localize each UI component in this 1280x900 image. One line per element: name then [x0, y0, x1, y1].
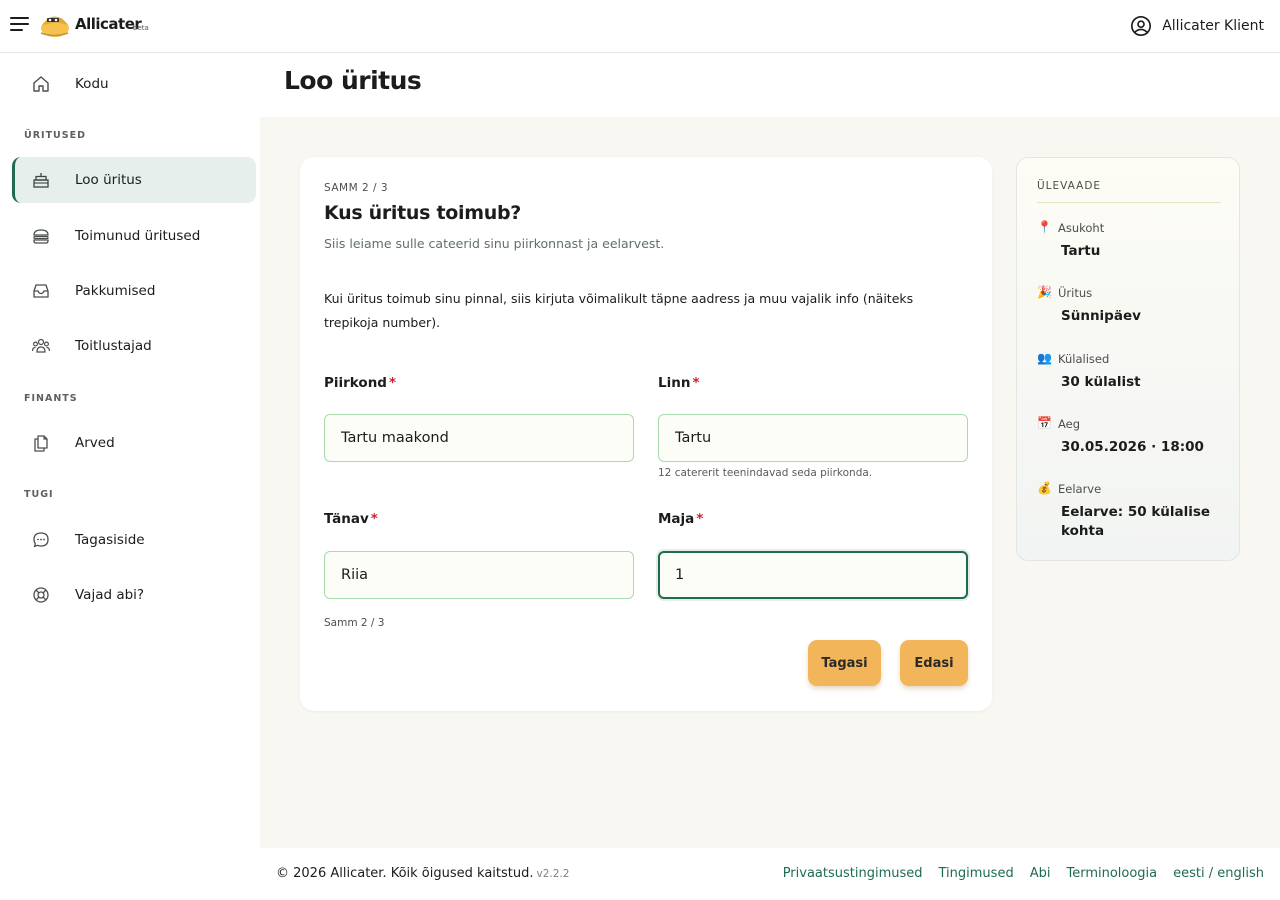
required-mark: *: [388, 375, 397, 391]
section-label-finance: FINANTS: [24, 393, 78, 404]
section-label-support: TUGI: [24, 489, 54, 500]
house-label-text: Maja: [658, 511, 695, 527]
overview-value: Tartu: [1061, 243, 1101, 259]
user-name: Allicater Klient: [1162, 18, 1264, 34]
overview-value: Eelarve: 50 külalise kohta: [1061, 504, 1211, 539]
chat-bubble-icon: [33, 532, 49, 548]
burger-icon: [33, 229, 49, 244]
county-input[interactable]: [324, 414, 634, 462]
sidebar-item-label: Arved: [75, 435, 115, 451]
overview-title: ÜLEVAADE: [1037, 180, 1102, 192]
county-label-text: Piirkond: [324, 375, 387, 391]
logo-icon: [40, 16, 69, 37]
street-label-text: Tänav: [324, 511, 369, 527]
city-input[interactable]: [658, 414, 968, 462]
overview-label: Aeg: [1058, 417, 1081, 431]
calendar-icon: 📅: [1037, 416, 1052, 430]
step-indicator: SAMM 2 / 3: [324, 182, 389, 194]
footer-link-help[interactable]: Abi: [1030, 866, 1051, 881]
footer-links: Privaatsustingimused Tingimused Abi Term…: [783, 866, 1264, 881]
required-mark: *: [370, 511, 378, 527]
sidebar-item-label: Kodu: [75, 76, 109, 92]
footer: © 2026 Allicater. Kõik õigused kaitstud.…: [260, 848, 1280, 900]
sidebar-item-caterers[interactable]: Toitlustajad: [12, 323, 256, 369]
county-label: Piirkond *: [324, 375, 396, 391]
overview-value: Sünnipäev: [1061, 308, 1141, 324]
sidebar: Kodu ÜRITUSED Loo üritus Toimunud üritus…: [0, 53, 260, 900]
footer-link-terms[interactable]: Tingimused: [939, 866, 1014, 881]
overview-value: 30.05.2026 · 18:00: [1061, 439, 1204, 455]
sidebar-item-invoices[interactable]: Arved: [12, 420, 256, 466]
inbox-icon: [33, 284, 49, 298]
overview-label: Eelarve: [1058, 482, 1102, 496]
money-bag-icon: 💰: [1037, 481, 1052, 495]
sidebar-item-past-events[interactable]: Toimunud üritused: [12, 213, 256, 259]
form-subtitle: Siis leiame sulle cateerid sinu piirkonn…: [324, 236, 665, 251]
copyright: © 2026 Allicater. Kõik õigused kaitstud.…: [276, 866, 569, 881]
back-button[interactable]: Tagasi: [808, 640, 881, 686]
overview-label: Üritus: [1058, 286, 1093, 300]
sidebar-item-home[interactable]: Kodu: [12, 61, 256, 107]
step-indicator-bottom: Samm 2 / 3: [324, 617, 385, 629]
beta-badge: beta: [133, 24, 149, 32]
party-popper-icon: 🎉: [1037, 285, 1052, 299]
menu-icon[interactable]: [10, 15, 30, 33]
overview-label: Külalised: [1058, 352, 1110, 366]
home-icon: [33, 76, 49, 92]
sidebar-item-label: Loo üritus: [75, 172, 142, 188]
footer-link-language[interactable]: eesti / english: [1173, 866, 1264, 881]
sidebar-item-help[interactable]: Vajad abi?: [12, 572, 256, 618]
people-icon: [31, 338, 51, 353]
user-account-icon: [1131, 16, 1152, 36]
city-label-text: Linn: [658, 375, 691, 391]
form-info-text: Kui üritus toimub sinu pinnal, siis kirj…: [324, 291, 914, 330]
overview-label: Asukoht: [1058, 221, 1105, 235]
street-label: Tänav *: [324, 511, 378, 527]
version-label: v2.2.2: [536, 868, 570, 880]
location-pin-icon: 📍: [1037, 220, 1052, 234]
required-mark: *: [696, 511, 704, 527]
sidebar-item-label: Toitlustajad: [75, 338, 152, 354]
overview-value: 30 külalist: [1061, 374, 1141, 390]
top-bar: Allicater beta Allicater Klient: [0, 0, 1280, 53]
sidebar-item-create-event[interactable]: Loo üritus: [12, 157, 256, 203]
footer-link-terminology[interactable]: Terminoloogia: [1066, 866, 1157, 881]
sidebar-item-label: Pakkumised: [75, 283, 156, 299]
form-title: Kus üritus toimub?: [324, 202, 521, 224]
overview-divider: [1037, 202, 1221, 203]
city-label: Linn *: [658, 375, 700, 391]
city-hint: 12 catererit teenindavad seda piirkonda.: [658, 467, 873, 479]
user-menu[interactable]: Allicater Klient: [1130, 14, 1264, 38]
guests-icon: 👥: [1037, 351, 1052, 365]
sidebar-item-feedback[interactable]: Tagasiside: [12, 517, 256, 563]
location-form-card: SAMM 2 / 3 Kus üritus toimub? Siis leiam…: [300, 157, 992, 711]
cake-icon: [33, 173, 49, 188]
page-title: Loo üritus: [284, 66, 422, 95]
lifebuoy-icon: [33, 587, 49, 603]
house-input[interactable]: [658, 551, 968, 599]
overview-panel: ÜLEVAADE 📍 Asukoht Tartu 🎉 Üritus Sünnip…: [1016, 157, 1240, 561]
sidebar-item-label: Vajad abi?: [75, 587, 145, 603]
section-label-events: ÜRITUSED: [24, 130, 86, 141]
sidebar-item-label: Tagasiside: [75, 532, 145, 548]
brand-name[interactable]: Allicater: [75, 15, 142, 33]
copyright-text: © 2026 Allicater. Kõik õigused kaitstud.: [276, 866, 534, 881]
house-label: Maja *: [658, 511, 703, 527]
required-mark: *: [692, 375, 700, 391]
documents-icon: [34, 435, 48, 452]
footer-link-privacy[interactable]: Privaatsustingimused: [783, 866, 923, 881]
next-button[interactable]: Edasi: [900, 640, 968, 686]
street-input[interactable]: [324, 551, 634, 599]
sidebar-item-label: Toimunud üritused: [75, 228, 201, 244]
sidebar-item-offers[interactable]: Pakkumised: [12, 268, 256, 314]
